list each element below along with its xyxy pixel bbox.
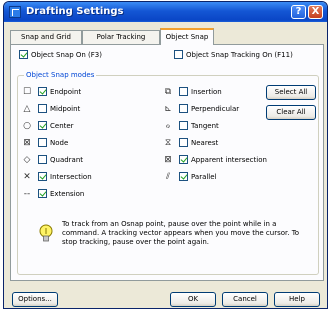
tab-snap-and-grid[interactable]: Snap and Grid: [10, 30, 82, 44]
tracking-info-text: To track from an Osnap point, pause over…: [62, 220, 300, 246]
nearest-label: Nearest: [191, 139, 219, 147]
select-all-button[interactable]: Select All: [266, 85, 316, 100]
quadrant-icon: ◇: [23, 155, 31, 165]
window-title: Drafting Settings: [26, 6, 124, 17]
perpendicular-label: Perpendicular: [191, 105, 240, 113]
extension-checkbox[interactable]: [38, 189, 47, 198]
tangent-checkbox[interactable]: [179, 121, 188, 130]
title-bar[interactable]: Drafting Settings ? X: [4, 2, 327, 22]
group-title: Object Snap modes: [24, 70, 97, 81]
close-button[interactable]: X: [308, 5, 323, 19]
tangent-icon: ℴ: [165, 121, 171, 131]
apparent-intersection-checkbox[interactable]: [179, 155, 188, 164]
quadrant-label: Quadrant: [50, 156, 84, 164]
insertion-icon: ⧉: [164, 87, 172, 97]
app-icon: [9, 6, 21, 18]
endpoint-checkbox[interactable]: [38, 87, 47, 96]
insertion-label: Insertion: [191, 88, 222, 96]
midpoint-label: Midpoint: [50, 105, 81, 113]
insertion-checkbox[interactable]: [179, 87, 188, 96]
tangent-label: Tangent: [191, 122, 219, 130]
quadrant-checkbox[interactable]: [38, 155, 47, 164]
drafting-settings-dialog: Drafting Settings ? X Snap and Grid Pola…: [3, 1, 328, 309]
intersection-label: Intersection: [50, 173, 92, 181]
help-title-button[interactable]: ?: [291, 5, 306, 19]
ok-button[interactable]: OK: [170, 292, 216, 307]
nearest-icon: ⧖: [164, 138, 172, 148]
center-icon: ○: [23, 121, 31, 131]
tab-object-snap[interactable]: Object Snap: [160, 28, 214, 45]
extension-icon: --: [23, 189, 31, 199]
perpendicular-checkbox[interactable]: [179, 104, 188, 113]
nearest-checkbox[interactable]: [179, 138, 188, 147]
node-checkbox[interactable]: [38, 138, 47, 147]
parallel-checkbox[interactable]: [179, 172, 188, 181]
cancel-button[interactable]: Cancel: [222, 292, 268, 307]
midpoint-icon: △: [23, 104, 31, 114]
lightbulb-icon: [39, 224, 53, 242]
extension-label: Extension: [50, 190, 85, 198]
node-label: Node: [50, 139, 69, 147]
clear-all-button[interactable]: Clear All: [266, 105, 316, 120]
intersection-checkbox[interactable]: [38, 172, 47, 181]
object-snap-on-label: Object Snap On (F3): [31, 51, 102, 59]
endpoint-icon: ☐: [22, 87, 32, 97]
center-checkbox[interactable]: [38, 121, 47, 130]
parallel-icon: ⫽: [165, 172, 170, 182]
options-button[interactable]: Options...: [12, 292, 58, 307]
object-snap-tracking-label: Object Snap Tracking On (F11): [186, 51, 293, 59]
object-snap-panel: Object Snap On (F3) Object Snap Tracking…: [10, 44, 324, 281]
apparent-intersection-label: Apparent intersection: [191, 156, 267, 164]
apparent-intersection-icon: ⊠: [164, 155, 172, 165]
help-button[interactable]: Help: [274, 292, 320, 307]
parallel-label: Parallel: [191, 173, 217, 181]
node-icon: ⊠: [23, 138, 31, 148]
perpendicular-icon: ⊾: [164, 104, 172, 114]
intersection-icon: ✕: [23, 172, 31, 182]
endpoint-label: Endpoint: [50, 88, 82, 96]
object-snap-tracking-checkbox[interactable]: [174, 50, 183, 59]
tab-polar-tracking[interactable]: Polar Tracking: [82, 30, 160, 44]
object-snap-on-checkbox[interactable]: [19, 50, 28, 59]
center-label: Center: [50, 122, 74, 130]
midpoint-checkbox[interactable]: [38, 104, 47, 113]
